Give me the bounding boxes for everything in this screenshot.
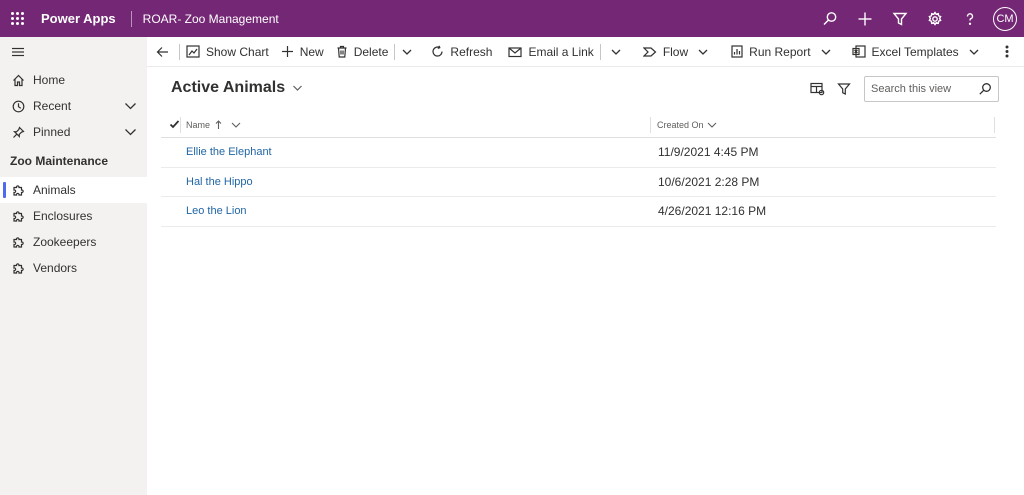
brand-title[interactable]: Power Apps xyxy=(41,11,116,26)
filter-icon[interactable] xyxy=(882,0,917,37)
sidebar-item-zookeepers[interactable]: Zookeepers xyxy=(0,229,147,255)
more-email-dropdown[interactable] xyxy=(601,37,631,67)
table-row[interactable]: Hal the Hippo 10/6/2021 2:28 PM xyxy=(161,168,996,197)
chevron-down-icon xyxy=(231,122,241,128)
plus-icon[interactable] xyxy=(847,0,882,37)
edit-columns-icon[interactable] xyxy=(809,81,825,97)
home-icon xyxy=(11,73,25,87)
sidebar-item-pinned[interactable]: Pinned xyxy=(0,119,147,145)
column-header-name[interactable]: Name xyxy=(186,111,241,138)
created-on-cell: 11/9/2021 4:45 PM xyxy=(658,145,759,160)
excel-icon xyxy=(851,45,866,58)
sidebar-item-recent[interactable]: Recent xyxy=(0,93,147,119)
select-all-checkbox[interactable] xyxy=(164,119,184,129)
view-selector[interactable]: Active Animals xyxy=(171,79,303,97)
command-bar: Show Chart New Delete Refresh Email a Li… xyxy=(147,37,1024,67)
record-link[interactable]: Leo the Lion xyxy=(186,205,247,217)
sort-ascending-icon xyxy=(215,119,222,129)
puzzle-icon xyxy=(11,209,25,223)
sidebar-item-label: Home xyxy=(33,73,66,87)
more-delete-dropdown[interactable] xyxy=(395,37,419,67)
sidebar-item-vendors[interactable]: Vendors xyxy=(0,255,147,281)
divider xyxy=(650,117,651,133)
sidebar-item-animals[interactable]: Animals xyxy=(0,177,147,203)
email-link-button[interactable]: Email a Link xyxy=(502,37,599,67)
refresh-button[interactable]: Refresh xyxy=(425,37,498,67)
chevron-down-icon xyxy=(707,122,716,128)
back-button[interactable] xyxy=(147,37,179,67)
puzzle-icon xyxy=(11,235,25,249)
chevron-down-icon xyxy=(611,49,621,55)
sidebar-item-label: Enclosures xyxy=(33,209,93,223)
sidebar-item-enclosures[interactable]: Enclosures xyxy=(0,203,147,229)
excel-templates-button[interactable]: Excel Templates xyxy=(846,37,965,67)
run-report-dropdown[interactable] xyxy=(817,37,838,67)
view-title: Active Animals xyxy=(171,79,286,96)
puzzle-icon xyxy=(11,261,25,275)
arrow-left-icon xyxy=(156,46,168,57)
chevron-down-icon[interactable] xyxy=(124,126,137,141)
main-content: Show Chart New Delete Refresh Email a Li… xyxy=(147,37,1024,495)
app-name[interactable]: ROAR- Zoo Management xyxy=(143,12,279,26)
settings-icon[interactable] xyxy=(917,0,952,37)
record-link[interactable]: Hal the Hippo xyxy=(186,176,253,188)
created-on-cell: 10/6/2021 2:28 PM xyxy=(658,174,760,189)
flow-icon xyxy=(642,46,657,57)
plus-icon xyxy=(281,46,293,57)
more-commands-button[interactable] xyxy=(999,37,1015,67)
clock-icon xyxy=(11,99,25,113)
puzzle-icon xyxy=(11,183,25,197)
grid-header: Name Created On xyxy=(161,111,996,138)
search-input[interactable] xyxy=(865,83,973,95)
email-link-icon xyxy=(508,46,523,57)
excel-templates-dropdown[interactable] xyxy=(965,37,986,67)
sidebar-item-label: Animals xyxy=(33,183,76,197)
data-grid: Name Created On Ellie the Elephant 11/9/… xyxy=(161,111,996,227)
trash-icon xyxy=(337,45,347,58)
record-link[interactable]: Ellie the Elephant xyxy=(186,146,272,158)
table-row[interactable]: Leo the Lion 4/26/2021 12:16 PM xyxy=(161,197,996,227)
sidebar-item-label: Recent xyxy=(33,99,72,113)
view-header: Active Animals xyxy=(147,67,1024,109)
chevron-down-icon xyxy=(821,49,830,55)
top-bar: Power Apps ROAR- Zoo Management CM xyxy=(0,0,1024,37)
chevron-down-icon[interactable] xyxy=(124,100,137,115)
report-icon xyxy=(731,45,743,58)
sidebar-item-home[interactable]: Home xyxy=(0,67,147,93)
help-icon[interactable] xyxy=(952,0,987,37)
delete-button[interactable]: Delete xyxy=(330,37,395,67)
waffle-icon[interactable] xyxy=(0,0,34,37)
new-button[interactable]: New xyxy=(275,37,330,67)
chart-icon xyxy=(186,45,200,58)
sidebar-item-label: Zookeepers xyxy=(33,235,97,249)
search-icon[interactable] xyxy=(978,82,992,99)
search-box[interactable] xyxy=(864,76,999,102)
sidebar: Home Recent Pinned Zoo Maintenance Anima… xyxy=(0,37,147,495)
show-chart-button[interactable]: Show Chart xyxy=(180,37,275,67)
flow-dropdown[interactable] xyxy=(694,37,715,67)
hamburger-icon[interactable] xyxy=(0,37,147,67)
table-row[interactable]: Ellie the Elephant 11/9/2021 4:45 PM xyxy=(161,138,996,168)
chevron-down-icon xyxy=(402,49,412,55)
column-header-created-on[interactable]: Created On xyxy=(657,111,717,138)
chevron-down-icon xyxy=(969,49,979,55)
divider xyxy=(130,10,132,27)
run-report-button[interactable]: Run Report xyxy=(725,37,816,67)
sidebar-item-label: Vendors xyxy=(33,261,78,275)
divider xyxy=(994,117,995,133)
chevron-down-icon xyxy=(698,49,708,55)
search-icon[interactable] xyxy=(812,0,847,37)
divider xyxy=(180,117,181,133)
more-vertical-icon xyxy=(1005,45,1009,58)
refresh-icon xyxy=(432,45,444,57)
flow-button[interactable]: Flow xyxy=(637,37,694,67)
created-on-cell: 4/26/2021 12:16 PM xyxy=(658,204,767,219)
pin-icon xyxy=(11,125,25,139)
chevron-down-icon xyxy=(293,85,303,91)
filter-icon[interactable] xyxy=(836,81,852,97)
checkmark-icon xyxy=(169,120,179,129)
sidebar-item-label: Pinned xyxy=(33,125,71,139)
sidebar-group-title: Zoo Maintenance xyxy=(10,154,109,168)
avatar[interactable]: CM xyxy=(993,6,1017,31)
